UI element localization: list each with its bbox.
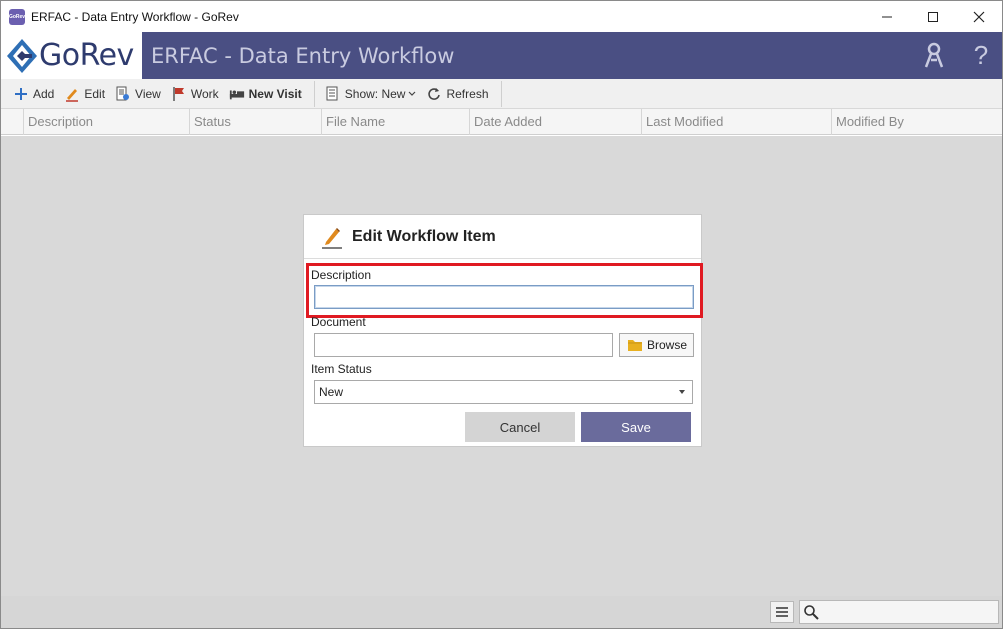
refresh-label: Refresh [446,86,489,101]
dialog-title: Edit Workflow Item [352,227,496,245]
item-status-select[interactable]: New [314,380,693,404]
close-button[interactable] [956,1,1002,32]
edit-button[interactable]: Edit [60,82,109,106]
refresh-icon [426,86,442,102]
chevron-down-icon [409,91,416,96]
column-header-status[interactable]: Status [189,109,321,135]
description-input[interactable] [314,285,694,309]
help-icon[interactable]: ? [966,40,996,70]
folder-icon [628,340,642,351]
plus-icon [13,86,29,102]
item-status-label: Item Status [311,362,372,376]
browse-label: Browse [647,338,688,352]
new-visit-label: New Visit [248,86,302,101]
gorev-logo: GoRev [1,32,142,79]
flag-icon [171,86,187,102]
show-filter-dropdown[interactable]: Show: New [321,82,421,106]
maximize-button[interactable] [910,1,956,32]
add-button[interactable]: Add [9,82,58,106]
app-window: GoRev ERFAC - Data Entry Workflow - GoRe… [0,0,1003,629]
close-icon [973,11,985,22]
document-label: Document [311,315,366,329]
search-icon [804,605,819,620]
view-label: View [135,86,161,101]
column-header-date-added[interactable]: Date Added [469,109,641,135]
add-label: Add [33,86,55,101]
toolbar-divider [500,80,502,107]
dropdown-arrow-icon [679,390,685,394]
new-visit-button[interactable]: New Visit [225,82,306,106]
description-label: Description [311,268,372,282]
edit-label: Edit [84,86,106,101]
status-bar [1,596,1002,628]
gorev-logo-icon [7,38,37,73]
page-title: ERFAC - Data Entry Workflow [151,44,455,68]
app-header: GoRev ERFAC - Data Entry Workflow ? [1,32,1002,79]
toolbar: Add Edit View Work New Visit Show: New R… [1,79,1002,109]
column-header-description[interactable]: Description [23,109,189,135]
document-input[interactable] [314,333,613,357]
title-bar: GoRev ERFAC - Data Entry Workflow - GoRe… [1,1,1002,32]
minimize-icon [882,16,892,17]
save-button[interactable]: Save [581,412,691,442]
hamburger-icon [776,607,788,617]
document-view-icon [115,86,131,102]
menu-button[interactable] [770,601,794,623]
item-status-value: New [319,385,344,399]
user-keys-icon[interactable] [919,40,949,70]
app-icon: GoRev [9,8,25,25]
column-header-modified-by[interactable]: Modified By [831,109,1002,135]
cancel-button[interactable]: Cancel [465,412,575,442]
browse-button[interactable]: Browse [619,333,694,357]
show-filter-label: Show: New [344,86,406,101]
column-header-file-name[interactable]: File Name [321,109,469,135]
pencil-edit-icon [322,227,342,249]
filter-list-icon [325,86,341,102]
toolbar-divider [313,80,315,107]
view-button[interactable]: View [111,82,165,106]
refresh-button[interactable]: Refresh [422,82,492,106]
user-keys-glyph [924,42,944,68]
window-controls [864,1,1002,32]
bed-icon [229,86,245,102]
grid-header: Description Status File Name Date Added … [1,109,1002,135]
maximize-icon [928,11,938,22]
column-header-last-modified[interactable]: Last Modified [641,109,831,135]
window-title: ERFAC - Data Entry Workflow - GoRev [31,9,239,24]
logo-text: GoRev [39,38,134,73]
dialog-header: Edit Workflow Item [304,215,701,259]
work-button[interactable]: Work [167,82,223,106]
work-label: Work [190,86,219,101]
minimize-button[interactable] [864,1,910,32]
pencil-icon [64,86,80,102]
search-input[interactable] [799,600,999,624]
edit-workflow-dialog: Edit Workflow Item Description Document … [303,214,703,447]
